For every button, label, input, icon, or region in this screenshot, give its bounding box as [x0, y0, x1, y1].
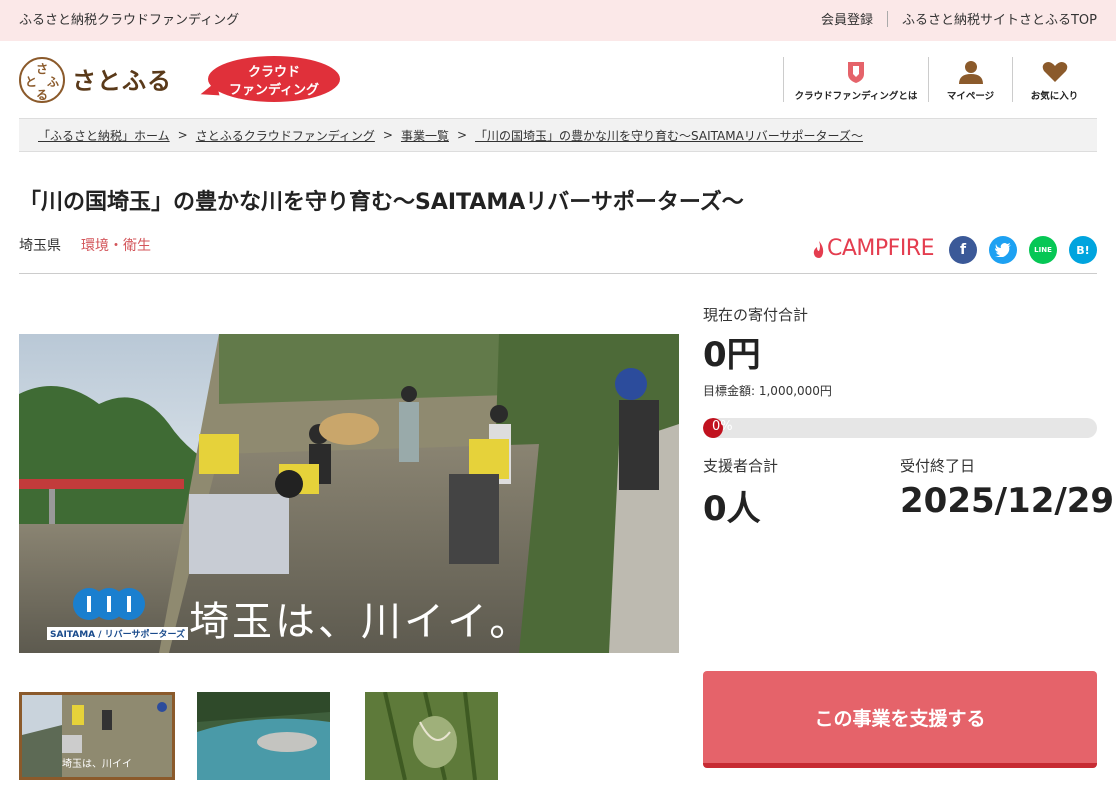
page-title: 「川の国埼玉」の豊かな川を守り育む～SAITAMAリバーサポーターズ～ — [19, 190, 744, 215]
svg-text:埼玉は、川イイ: 埼玉は、川イイ — [62, 757, 132, 770]
prefecture: 埼玉県 — [19, 238, 61, 254]
deadline-value: 2025/12/29 — [900, 481, 1115, 521]
thumbnail-2[interactable] — [197, 692, 330, 780]
breadcrumb-projects[interactable]: 事業一覧 — [401, 127, 449, 144]
thumbnail-1[interactable]: 埼玉は、川イイ — [19, 692, 175, 780]
register-link[interactable]: 会員登録 — [821, 9, 873, 28]
divider — [886, 10, 888, 27]
deadline-label: 受付終了日 — [900, 457, 976, 475]
heart-icon — [1042, 60, 1068, 84]
top-bar: ふるさと納税クラウドファンディング 会員登録 ふるさと納税サイトさとふるTOP — [0, 0, 1116, 41]
progress-bar: 0% — [703, 418, 1097, 438]
current-total-value: 0円 — [703, 335, 761, 375]
breadcrumb-crowdfunding[interactable]: さとふるクラウドファンディング — [196, 127, 375, 144]
supporters-label: 支援者合計 — [703, 457, 779, 475]
crowdfunding-badge[interactable]: クラウド ファンディング — [198, 56, 340, 102]
project-meta: 埼玉県 環境・衛生 — [19, 235, 151, 255]
twitter-share-icon[interactable] — [989, 236, 1017, 264]
site-name: ふるさと納税クラウドファンディング — [19, 13, 240, 28]
supporters-value: 0人 — [703, 489, 761, 529]
user-icon — [958, 60, 984, 84]
goal-amount: 目標金額: 1,000,000円 — [703, 384, 832, 398]
campfire-logo[interactable]: CAMPFIRE — [813, 236, 935, 261]
satofull-top-link[interactable]: ふるさと納税サイトさとふるTOP — [902, 9, 1097, 28]
current-total-label: 現在の寄付合計 — [703, 306, 809, 324]
support-project-button[interactable]: この事業を支援する — [703, 671, 1097, 768]
image-logo-text: SAITAMA / リバーサポーターズ — [47, 627, 189, 640]
hatena-bookmark-icon[interactable]: B! — [1069, 236, 1097, 264]
header: さ と ふ る さとふる クラウド ファンディング クラウドファンディングとは … — [0, 41, 1116, 118]
top-links: 会員登録 ふるさと納税サイトさとふるTOP — [821, 9, 1097, 28]
shield-icon — [846, 60, 866, 84]
facebook-share-icon[interactable]: f — [949, 236, 977, 264]
nav-favorites[interactable]: お気に入り — [1012, 57, 1096, 102]
nav-mypage[interactable]: マイページ — [928, 57, 1012, 102]
flame-icon — [813, 240, 825, 258]
category-tag[interactable]: 環境・衛生 — [81, 235, 151, 255]
breadcrumb-current[interactable]: 「川の国埼玉」の豊かな川を守り育む～SAITAMAリバーサポーターズ～ — [475, 127, 863, 144]
progress-percent: 0% — [712, 419, 733, 434]
image-caption: 埼玉は、川イイ。 — [189, 599, 533, 645]
divider — [19, 273, 1097, 274]
main-project-image: SAITAMA / リバーサポーターズ 埼玉は、川イイ。 — [19, 334, 679, 653]
thumbnail-3[interactable] — [365, 692, 498, 780]
breadcrumb: 「ふるさと納税」ホーム > さとふるクラウドファンディング > 事業一覧 > 「… — [19, 118, 1097, 152]
breadcrumb-home[interactable]: 「ふるさと納税」ホーム — [38, 127, 170, 144]
nav-about-crowdfunding[interactable]: クラウドファンディングとは — [783, 57, 928, 102]
line-share-icon[interactable]: LINE — [1029, 236, 1057, 264]
satofull-logo-icon[interactable]: さ と ふ る — [19, 57, 65, 103]
logo-text[interactable]: さとふる — [72, 61, 172, 96]
